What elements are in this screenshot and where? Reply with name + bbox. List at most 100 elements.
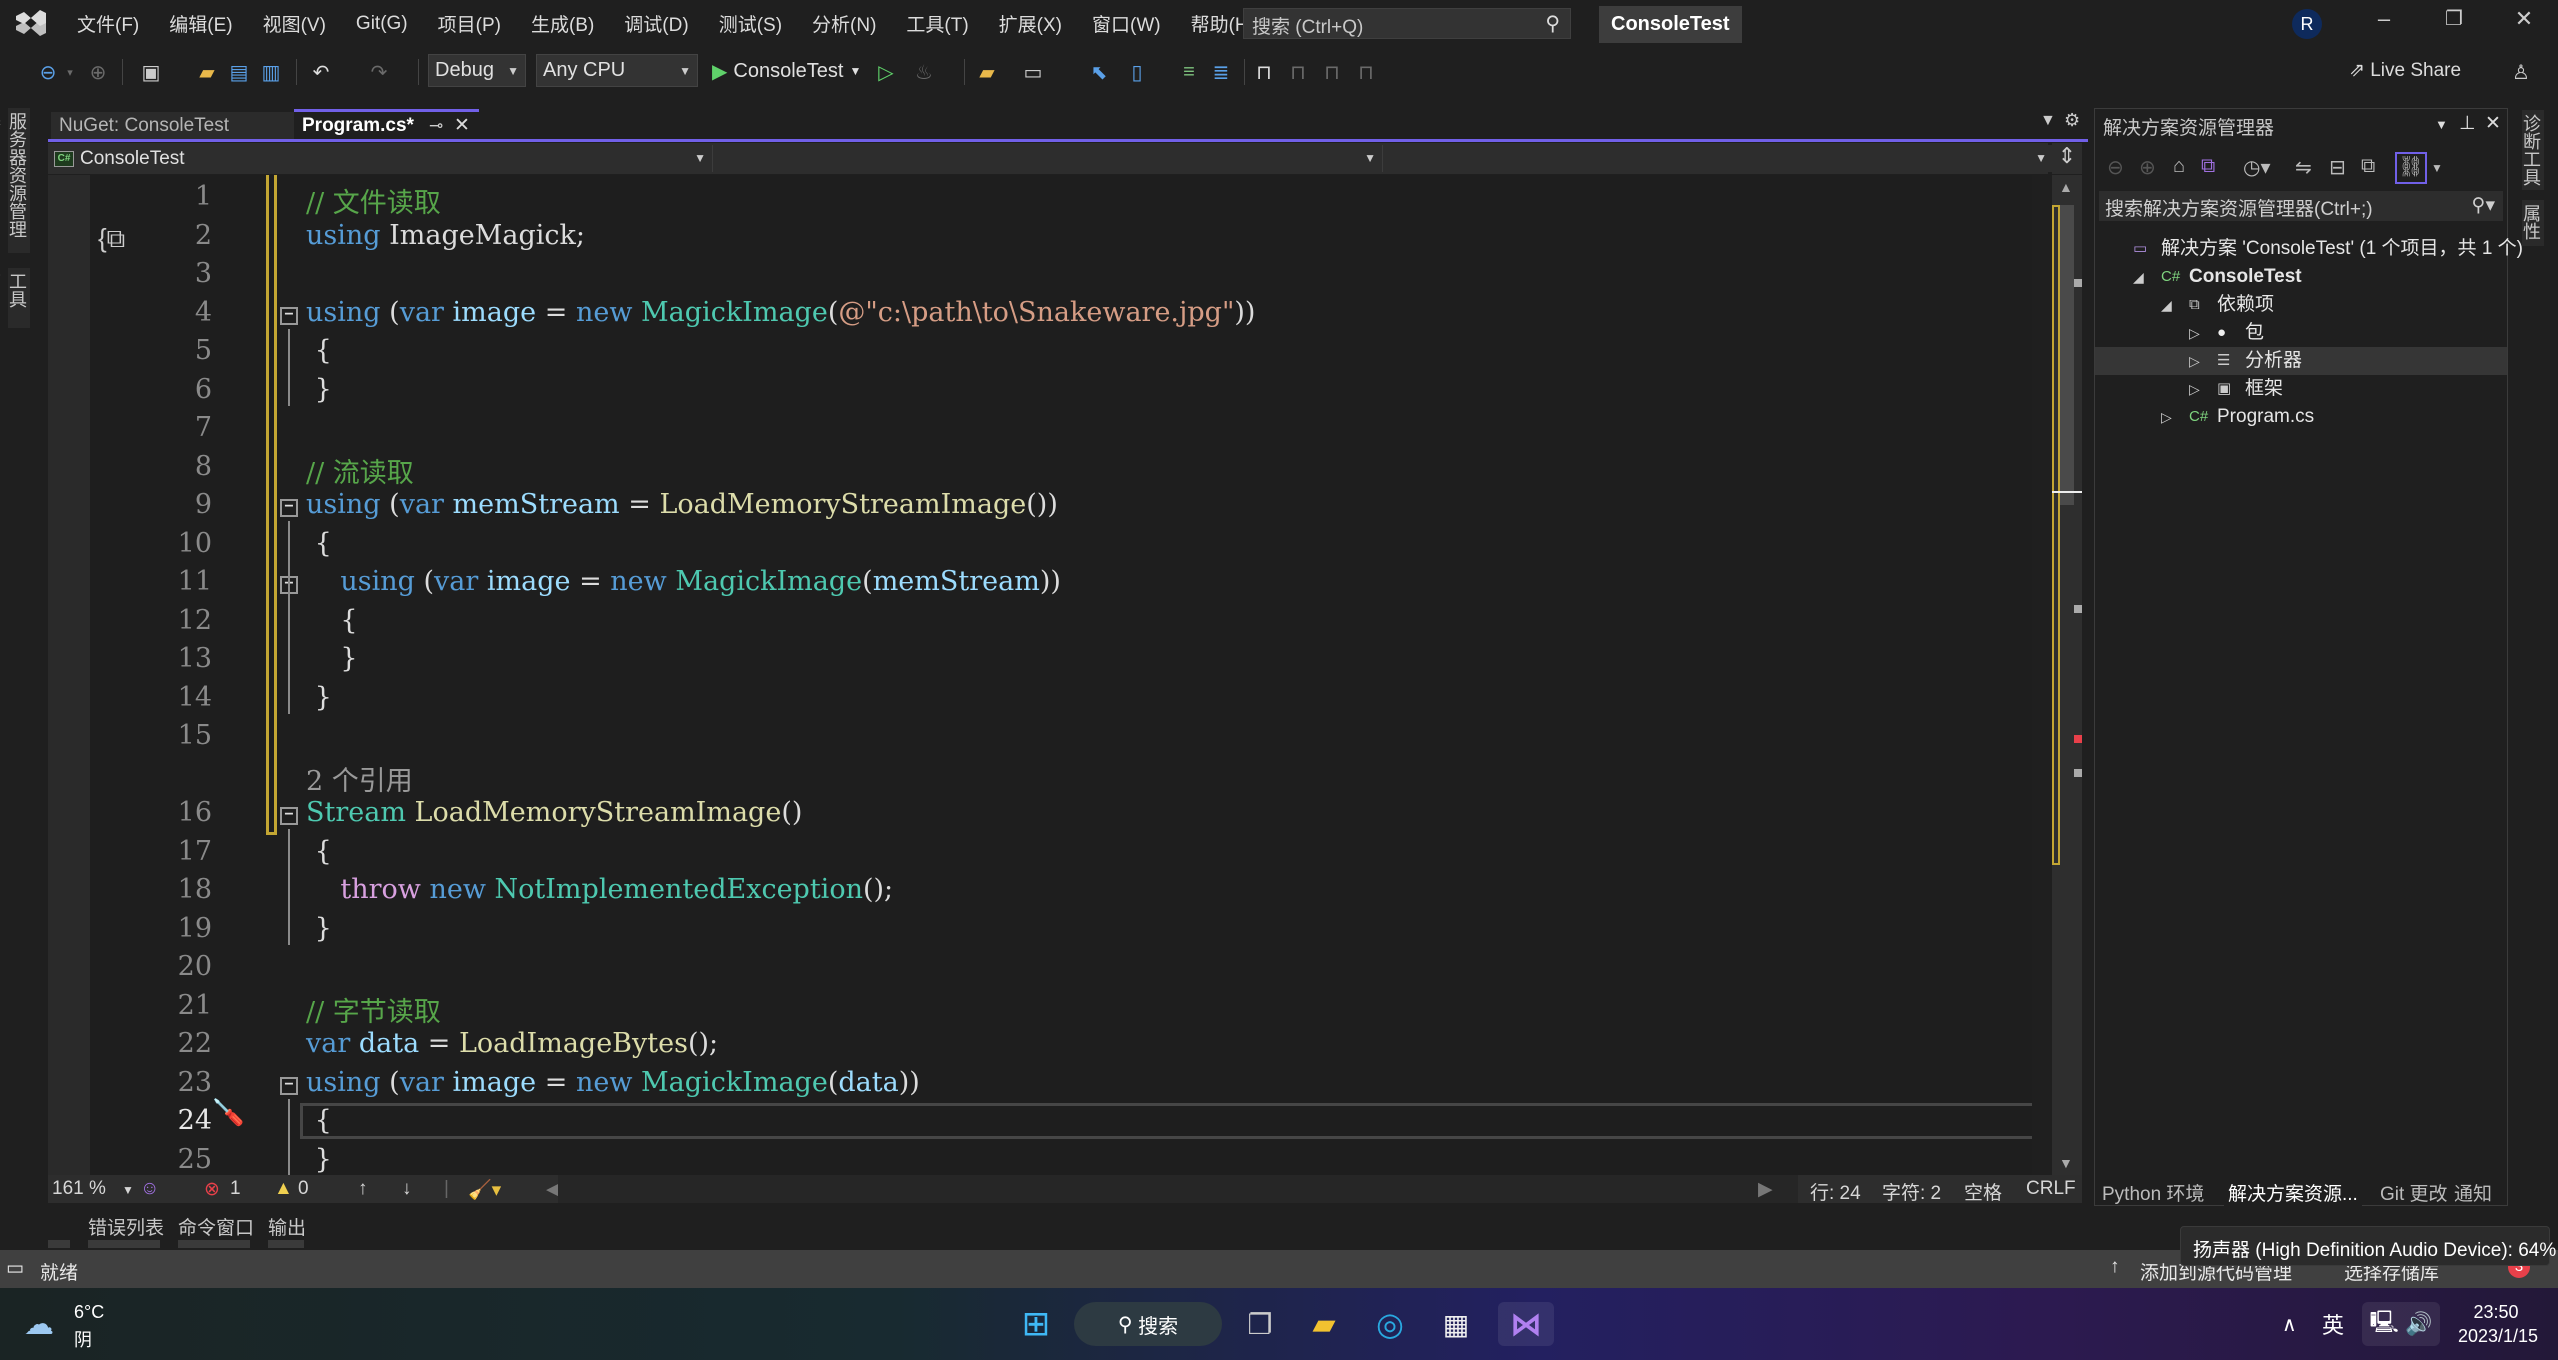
tree-item[interactable]: ◢ ⧉ 依赖项 [2095, 291, 2507, 319]
solution-explorer-tab[interactable]: 解决方案资源... [2224, 1179, 2362, 1206]
tree-item[interactable]: ◢ C# ConsoleTest [2095, 263, 2507, 291]
member-dropdown[interactable]: ▼ [1388, 145, 2053, 172]
switch-views-icon[interactable]: ⧉ [2201, 155, 2215, 178]
panel-menu-icon[interactable]: ▼ [2435, 117, 2448, 132]
clock-time[interactable]: 23:50 [2456, 1302, 2536, 1323]
zoom-level[interactable]: 161 % [52, 1178, 106, 1200]
command-window-tab[interactable]: 命令窗口 [178, 1213, 254, 1240]
show-hidden-icons-icon[interactable]: ∧ [2282, 1302, 2297, 1346]
scroll-down-icon[interactable]: ▼ [2059, 1155, 2073, 1171]
bookmark-icon[interactable]: ⊓ [1252, 57, 1276, 87]
network-volume-button[interactable]: 🖳 🔊 [2362, 1302, 2440, 1346]
pointer-icon[interactable]: ⬉ [1086, 57, 1112, 87]
navigate-back-icon[interactable]: ⊖ [36, 57, 60, 87]
chevron-down-icon[interactable]: ▼ [122, 1183, 134, 1197]
forward-icon[interactable]: ⊕ [2139, 155, 2156, 180]
comment-icon[interactable]: ≡ [1176, 57, 1202, 87]
clear-bookmarks-icon[interactable]: ⊓ [1354, 57, 1378, 87]
start-without-debugging-icon[interactable]: ▷ [874, 57, 898, 87]
char-indicator[interactable]: 字符: 2 [1882, 1178, 1941, 1205]
tab-nuget[interactable]: NuGet: ConsoleTest [51, 112, 294, 139]
solution-search-input[interactable]: 搜索解决方案资源管理器(Ctrl+;) ⚲▾ [2099, 191, 2503, 221]
pin-icon[interactable]: ⊥ [2459, 112, 2476, 135]
platform-select[interactable]: Any CPU ▼ [536, 54, 698, 87]
menu-window[interactable]: 窗口(W) [1077, 10, 1176, 37]
task-view-icon[interactable]: ❐ [1238, 1302, 1282, 1346]
microsoft-store-icon[interactable]: ▦ [1434, 1302, 1478, 1346]
horizontal-scrollbar[interactable] [558, 1175, 1798, 1203]
properties-tab[interactable]: 属性 [2521, 200, 2544, 246]
project-dropdown[interactable]: C# ConsoleTest ▼ [48, 145, 713, 172]
menu-edit[interactable]: 编辑(E) [154, 10, 247, 37]
collapsed-twisty-icon[interactable]: ▷ [2189, 319, 2200, 347]
find-in-files-icon[interactable]: ▰ [974, 57, 1000, 87]
toggle-panel-icon[interactable]: ▯ [1124, 57, 1150, 87]
gear-icon[interactable]: ⚙ [2064, 110, 2080, 131]
diagnostic-tools-tab[interactable]: 诊断工具 [2521, 110, 2544, 190]
tree-item[interactable]: ▷ ● 包 [2095, 319, 2507, 347]
tree-item[interactable]: ▷ ☰ 分析器 [2095, 347, 2507, 375]
show-all-files-icon[interactable]: ⧉ [2361, 155, 2375, 178]
next-bookmark-icon[interactable]: ⊓ [1320, 57, 1344, 87]
collapse-region-icon[interactable]: − [280, 807, 298, 825]
start-debugging-button[interactable]: ▶ ConsoleTest ▼ [712, 55, 861, 87]
undo-icon[interactable]: ↶ [308, 57, 334, 87]
configuration-select[interactable]: Debug ▼ [428, 54, 526, 87]
collapse-all-icon[interactable]: ⊟ [2329, 155, 2346, 180]
collapsed-twisty-icon[interactable]: ▷ [2161, 403, 2172, 431]
menu-file[interactable]: 文件(F) [62, 10, 154, 37]
chevron-down-icon[interactable]: ▼ [2431, 161, 2443, 175]
scrollbar-thumb[interactable] [2058, 205, 2074, 505]
collapsed-twisty-icon[interactable]: ▷ [2189, 375, 2200, 403]
python-env-tab[interactable]: Python 环境 [2102, 1179, 2204, 1206]
error-list-tab[interactable]: 错误列表 [88, 1213, 164, 1240]
line-ending-indicator[interactable]: CRLF [2026, 1178, 2076, 1200]
scroll-up-icon[interactable]: ▲ [2059, 179, 2073, 195]
live-share-button[interactable]: ⇗ Live Share [2349, 59, 2461, 82]
menu-debug[interactable]: 调试(D) [609, 10, 703, 37]
menu-project[interactable]: 项目(P) [423, 10, 516, 37]
code-cleanup-icon[interactable]: 🧹▾ [468, 1178, 501, 1202]
copilot-icon[interactable]: ☺ [140, 1178, 159, 1200]
codelens-references[interactable]: 2 个引用 [306, 759, 413, 798]
uncomment-icon[interactable]: ≣ [1208, 57, 1234, 87]
pin-icon[interactable]: ⊸ [429, 112, 443, 139]
menu-tools[interactable]: 工具(T) [891, 10, 983, 37]
close-tab-icon[interactable]: ✕ [454, 112, 470, 139]
quick-actions-icon[interactable]: {⧉ [98, 223, 125, 255]
menu-extensions[interactable]: 扩展(X) [984, 10, 1077, 37]
vertical-scrollbar[interactable]: ▲ ▼ [2052, 175, 2082, 1175]
toolbox-tab[interactable]: 工具箱 [0, 268, 30, 328]
clock-date[interactable]: 2023/1/15 [2452, 1326, 2544, 1347]
new-item-icon[interactable]: ▣ [138, 57, 164, 87]
notifications-tab[interactable]: 通知 [2454, 1179, 2492, 1206]
save-all-icon[interactable]: ▥ [258, 57, 284, 87]
minimize-button[interactable]: – [2364, 6, 2404, 32]
preview-selected-icon[interactable]: ⛓ [2395, 152, 2427, 184]
collapse-region-icon[interactable]: − [280, 1076, 298, 1095]
hot-reload-icon[interactable]: ♨ [912, 57, 936, 87]
close-button[interactable]: ✕ [2504, 6, 2544, 32]
collapsed-twisty-icon[interactable]: ▷ [2189, 347, 2200, 375]
feedback-icon[interactable]: ♙ [2508, 57, 2534, 87]
save-icon[interactable]: ▤ [226, 57, 252, 87]
redo-icon[interactable]: ↷ [366, 57, 392, 87]
warning-count[interactable]: 0 [298, 1178, 309, 1200]
code-editor[interactable]: {⧉ 1// 文件读取 2 using ImageMagick; 3 4 using (v… [48, 175, 2032, 1175]
collapse-region-icon[interactable]: − [280, 306, 298, 325]
whitespace-indicator[interactable]: 空格 [1964, 1178, 2002, 1205]
weather-icon[interactable]: ☁ [24, 1302, 54, 1346]
previous-bookmark-icon[interactable]: ⊓ [1286, 57, 1310, 87]
scroll-right-icon[interactable]: ▶ [1758, 1178, 1773, 1201]
output-tab[interactable]: 输出 [268, 1213, 306, 1240]
avatar[interactable]: R [2292, 9, 2322, 39]
search-input[interactable]: 搜索 (Ctrl+Q) ⚲ [1243, 8, 1571, 39]
windows-start-icon[interactable]: ⊞ [1014, 1302, 1058, 1346]
split-editor-icon[interactable]: ⇕ [2052, 143, 2082, 174]
tree-item[interactable]: ▷ ▣ 框架 [2095, 375, 2507, 403]
sync-with-document-icon[interactable]: ⇋ [2295, 155, 2312, 180]
menu-view[interactable]: 视图(V) [248, 10, 341, 37]
server-explorer-tab[interactable]: 服务器资源管理器 [0, 108, 30, 253]
chevron-down-icon[interactable]: ▾ [64, 57, 76, 87]
edge-browser-icon[interactable]: ◎ [1368, 1302, 1412, 1346]
